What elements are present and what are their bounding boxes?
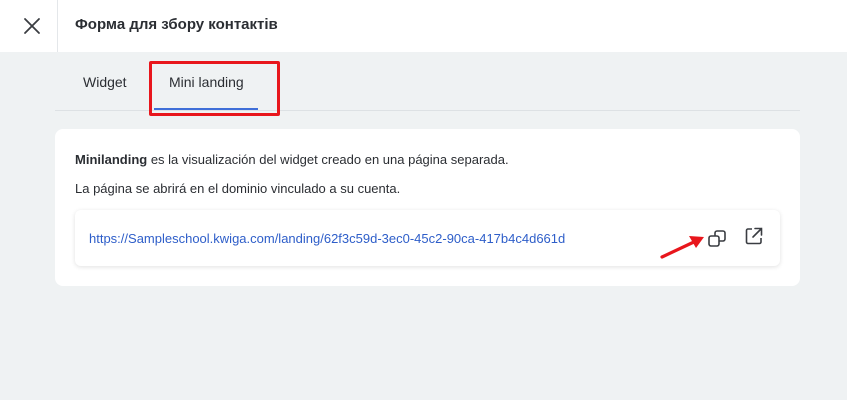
description-line-1: Minilanding es la visualización del widg… xyxy=(75,152,509,167)
header: Форма для збору контактів xyxy=(0,0,847,52)
tab-widget-label: Widget xyxy=(83,74,127,90)
page-title: Форма для збору контактів xyxy=(75,16,278,33)
tab-mini-landing-label: Mini landing xyxy=(169,74,244,90)
open-link-button[interactable] xyxy=(743,225,765,247)
active-tab-indicator xyxy=(154,108,258,110)
tab-mini-landing[interactable]: Mini landing xyxy=(154,52,258,110)
landing-url-link[interactable]: https://Sampleschool.kwiga.com/landing/6… xyxy=(89,231,565,246)
description-bold: Minilanding xyxy=(75,152,148,167)
copy-button[interactable] xyxy=(707,228,729,250)
copy-icon xyxy=(708,230,726,247)
header-divider xyxy=(57,0,58,52)
tab-bar: Widget Mini landing xyxy=(55,52,800,111)
external-link-icon xyxy=(745,227,763,245)
tab-widget[interactable]: Widget xyxy=(83,52,133,110)
description-line-2: La página se abrirá en el dominio vincul… xyxy=(75,181,401,196)
close-button[interactable] xyxy=(14,8,50,44)
minilanding-card: Minilanding es la visualización del widg… xyxy=(55,129,800,286)
close-icon xyxy=(24,18,40,34)
description-text: es la visualización del widget creado en… xyxy=(147,152,509,167)
link-box: https://Sampleschool.kwiga.com/landing/6… xyxy=(75,210,780,266)
